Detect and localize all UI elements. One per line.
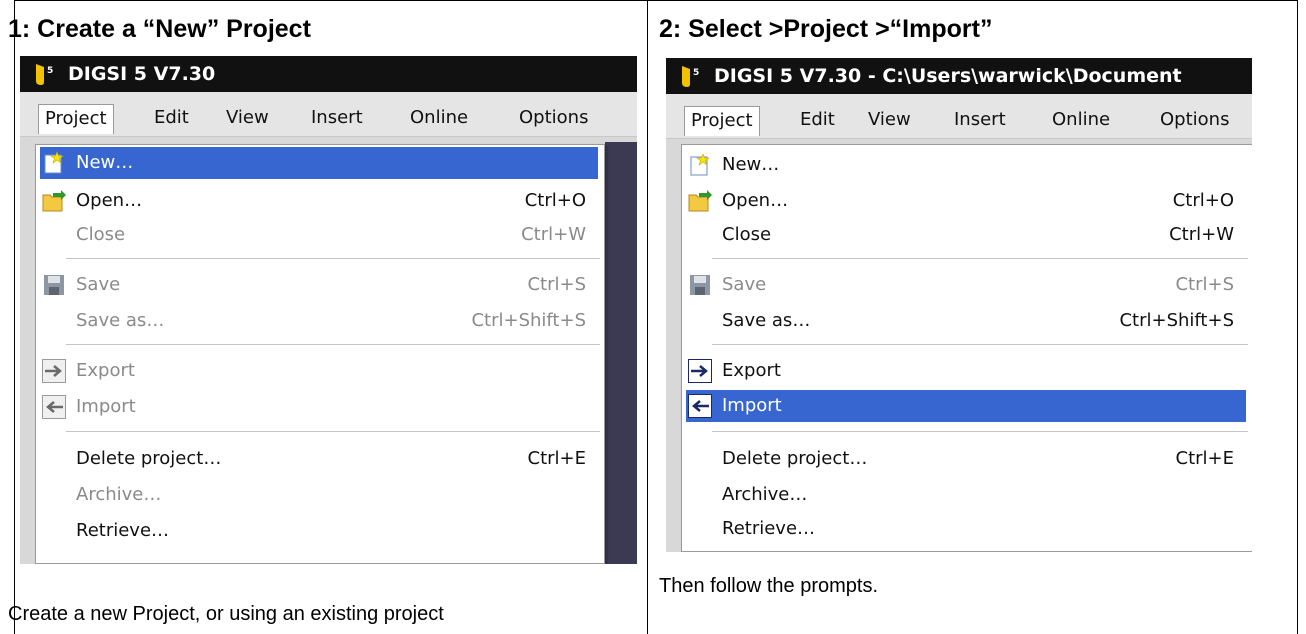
menu-item-shortcut: Ctrl+W	[1169, 224, 1234, 245]
menu-item-retrieve[interactable]: Retrieve…	[686, 513, 1246, 545]
menu-item-close[interactable]: Close Ctrl+W	[40, 219, 598, 251]
save-disk-icon	[44, 275, 64, 295]
menu-item-shortcut: Ctrl+E	[527, 448, 586, 469]
menu-item-label: New…	[76, 152, 134, 173]
menu-bar: Project Edit View Insert Online Options	[666, 94, 1252, 139]
menu-item-shortcut: Ctrl+O	[524, 190, 586, 211]
menu-item-label: Open…	[722, 190, 789, 211]
menu-item-label: Archive…	[76, 484, 162, 505]
menu-options[interactable]: Options	[513, 104, 594, 134]
menu-item-shortcut: Ctrl+Shift+S	[471, 310, 586, 331]
digsi-app-icon: 5	[36, 64, 53, 85]
digsi-app-icon: 5	[682, 66, 699, 87]
menu-options[interactable]: Options	[1154, 106, 1235, 136]
menu-item-shortcut: Ctrl+O	[1172, 190, 1234, 211]
menu-item-label: Delete project…	[722, 448, 868, 469]
menu-item-export[interactable]: Export	[40, 355, 598, 387]
menu-item-import[interactable]: Import	[686, 390, 1246, 422]
step-2-title: 2: Select >Project >“Import”	[659, 15, 993, 43]
menu-view[interactable]: View	[862, 106, 917, 136]
menu-item-save-as[interactable]: Save as… Ctrl+Shift+S	[686, 305, 1246, 337]
menu-view[interactable]: View	[220, 104, 275, 134]
menu-item-new[interactable]: New…	[40, 147, 598, 179]
menu-item-label: Save as…	[76, 310, 165, 331]
open-folder-icon	[42, 190, 66, 212]
background-workspace	[605, 142, 637, 564]
window-title: DIGSI 5 V7.30	[68, 63, 216, 85]
menu-insert[interactable]: Insert	[305, 104, 369, 134]
menu-online[interactable]: Online	[1046, 106, 1116, 136]
export-arrow-icon	[688, 359, 712, 383]
menu-item-label: Save	[722, 274, 767, 295]
project-menu-dropdown: New… Open… Ctrl+O Close Ctrl+W Save Ctrl…	[681, 144, 1252, 552]
menu-separator	[66, 258, 600, 259]
menu-online[interactable]: Online	[404, 104, 474, 134]
export-arrow-icon	[42, 359, 66, 383]
menu-project[interactable]: Project	[684, 106, 760, 136]
menu-project[interactable]: Project	[38, 104, 114, 134]
menu-item-import[interactable]: Import	[40, 391, 598, 423]
new-project-icon	[44, 151, 64, 174]
menu-item-save[interactable]: Save Ctrl+S	[686, 269, 1246, 301]
window-titlebar: 5 DIGSI 5 V7.30	[20, 56, 637, 92]
menu-item-label: Export	[76, 360, 135, 381]
new-project-icon	[690, 153, 710, 176]
menu-item-label: Delete project…	[76, 448, 222, 469]
menu-item-shortcut: Ctrl+E	[1175, 448, 1234, 469]
svg-text:5: 5	[47, 66, 53, 76]
menu-item-delete-project[interactable]: Delete project… Ctrl+E	[40, 443, 598, 475]
step-1-screenshot: 5 DIGSI 5 V7.30 Project Edit View Insert…	[20, 56, 637, 564]
column-divider	[647, 0, 648, 634]
menu-bar: Project Edit View Insert Online Options	[20, 92, 637, 137]
menu-item-shortcut: Ctrl+S	[527, 274, 586, 295]
menu-item-label: Close	[722, 224, 772, 245]
menu-item-shortcut: Ctrl+S	[1175, 274, 1234, 295]
menu-separator	[712, 344, 1248, 345]
menu-item-label: Export	[722, 360, 781, 381]
menu-item-archive[interactable]: Archive…	[686, 479, 1246, 511]
svg-text:5: 5	[693, 68, 699, 78]
menu-item-label: Retrieve…	[722, 518, 816, 539]
menu-item-shortcut: Ctrl+W	[521, 224, 586, 245]
menu-item-shortcut: Ctrl+Shift+S	[1119, 310, 1234, 331]
menu-insert[interactable]: Insert	[948, 106, 1012, 136]
menu-separator	[66, 344, 600, 345]
step-1-title: 1: Create a “New” Project	[8, 15, 311, 43]
menu-item-open[interactable]: Open… Ctrl+O	[686, 185, 1246, 217]
step-2-caption: Then follow the prompts.	[659, 575, 878, 597]
menu-item-save[interactable]: Save Ctrl+S	[40, 269, 598, 301]
menu-item-label: Archive…	[722, 484, 808, 505]
step-2-screenshot: 5 DIGSI 5 V7.30 - C:\Users\warwick\Docum…	[666, 58, 1252, 552]
step-1-caption: Create a new Project, or using an existi…	[8, 603, 444, 625]
open-folder-icon	[688, 190, 712, 212]
menu-item-open[interactable]: Open… Ctrl+O	[40, 185, 598, 217]
menu-item-close[interactable]: Close Ctrl+W	[686, 219, 1246, 251]
menu-item-label: Close	[76, 224, 126, 245]
menu-item-label: Import	[76, 396, 136, 417]
menu-separator	[66, 431, 600, 432]
menu-item-archive[interactable]: Archive…	[40, 479, 598, 511]
menu-item-label: Save as…	[722, 310, 811, 331]
menu-item-delete-project[interactable]: Delete project… Ctrl+E	[686, 443, 1246, 475]
menu-item-label: Retrieve…	[76, 520, 170, 541]
save-disk-icon	[690, 275, 710, 295]
menu-separator	[712, 258, 1248, 259]
window-title: DIGSI 5 V7.30 - C:\Users\warwick\Documen…	[714, 65, 1182, 87]
menu-item-export[interactable]: Export	[686, 355, 1246, 387]
import-arrow-icon	[42, 395, 66, 419]
menu-edit[interactable]: Edit	[794, 106, 841, 136]
menu-item-label: Open…	[76, 190, 143, 211]
menu-item-save-as[interactable]: Save as… Ctrl+Shift+S	[40, 305, 598, 337]
window-titlebar: 5 DIGSI 5 V7.30 - C:\Users\warwick\Docum…	[666, 58, 1252, 94]
menu-edit[interactable]: Edit	[148, 104, 195, 134]
menu-item-label: Import	[722, 395, 782, 416]
menu-separator	[712, 431, 1248, 432]
menu-item-new[interactable]: New…	[686, 149, 1246, 181]
menu-item-retrieve[interactable]: Retrieve…	[40, 515, 598, 547]
menu-item-label: New…	[722, 154, 780, 175]
menu-item-label: Save	[76, 274, 121, 295]
project-menu-dropdown: New… Open… Ctrl+O Close Ctrl+W Save Ctrl…	[35, 144, 605, 564]
import-arrow-icon	[688, 394, 712, 418]
